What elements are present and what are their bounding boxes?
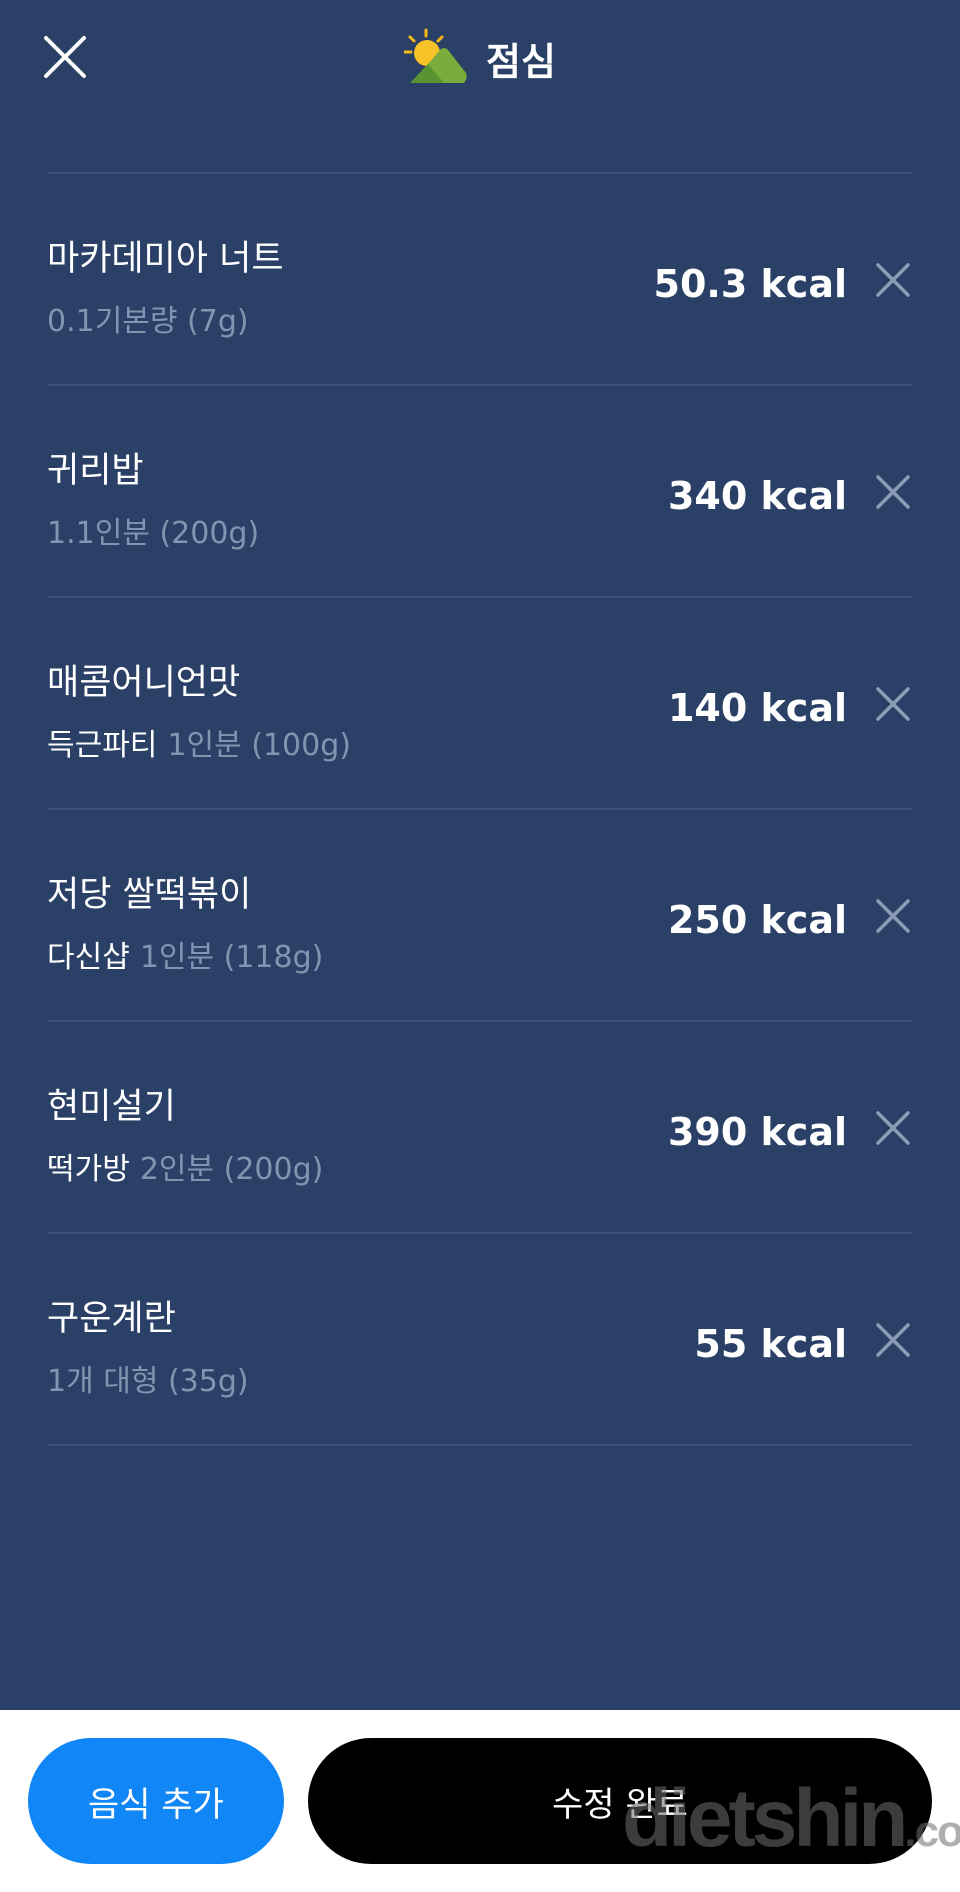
close-icon [876, 687, 910, 721]
food-serving: 1인분 (100g) [167, 728, 351, 763]
food-item-macadamia[interactable]: 마카데미아 너트 0.1기본량 (7g) 50.3 kcal [47, 174, 913, 386]
food-name: 구운계란 [47, 1299, 176, 1339]
food-name: 현미설기 [47, 1087, 176, 1127]
delete-food-button[interactable] [873, 260, 913, 300]
delete-food-button[interactable] [873, 896, 913, 936]
food-detail: 다신샵 1인분 (118g) [47, 932, 323, 976]
delete-food-button[interactable] [873, 1108, 913, 1148]
food-detail: 득근파티 1인분 (100g) [47, 720, 351, 764]
food-name: 매콤어니언맛 [47, 663, 241, 703]
food-list: 마카데미아 너트 0.1기본량 (7g) 50.3 kcal 귀리밥 1.1인분… [47, 172, 913, 1446]
food-serving: 1.1인분 (200g) [47, 516, 260, 551]
food-kcal: 340 kcal [667, 474, 847, 518]
food-kcal: 390 kcal [667, 1110, 847, 1154]
food-brand: 다신샵 [47, 940, 130, 975]
food-serving: 2인분 (200g) [139, 1152, 324, 1187]
close-icon [876, 475, 910, 509]
food-item-tteokbokki[interactable]: 저당 쌀떡볶이 다신샵 1인분 (118g) 250 kcal [47, 810, 913, 1022]
food-serving: 1인분 (118g) [139, 940, 324, 975]
food-name: 마카데미아 너트 [47, 239, 284, 279]
food-kcal: 140 kcal [667, 686, 847, 730]
delete-food-button[interactable] [873, 1320, 913, 1360]
close-icon [876, 899, 910, 933]
food-kcal: 250 kcal [667, 898, 847, 942]
sun-behind-hill-icon [404, 28, 467, 83]
food-serving: 1개 대형 (35g) [47, 1364, 249, 1399]
food-detail: 떡가방 2인분 (200g) [47, 1144, 323, 1188]
header: 점심 [0, 0, 960, 120]
food-detail: 1개 대형 (35g) [47, 1356, 249, 1400]
food-brand: 떡가방 [47, 1152, 130, 1187]
close-icon [876, 1323, 910, 1357]
footer-bar: 음식 추가 수정 완료 dietshin.com [0, 1710, 960, 1892]
food-name: 귀리밥 [47, 451, 144, 491]
food-item-brown-rice-cake[interactable]: 현미설기 떡가방 2인분 (200g) 390 kcal [47, 1022, 913, 1234]
food-detail: 1.1인분 (200g) [47, 508, 259, 552]
food-detail: 0.1기본량 (7g) [47, 296, 249, 340]
delete-food-button[interactable] [873, 684, 913, 724]
close-icon [876, 263, 910, 297]
add-food-button[interactable]: 음식 추가 [28, 1738, 284, 1864]
food-kcal: 55 kcal [694, 1322, 847, 1366]
food-brand: 득근파티 [47, 728, 158, 763]
delete-food-button[interactable] [873, 472, 913, 512]
meal-title: 점심 [486, 39, 556, 84]
food-name: 저당 쌀떡볶이 [47, 875, 252, 915]
food-item-spicy-onion[interactable]: 매콤어니언맛 득근파티 1인분 (100g) 140 kcal [47, 598, 913, 810]
food-item-boiled-egg[interactable]: 구운계란 1개 대형 (35g) 55 kcal [47, 1234, 913, 1446]
done-button[interactable]: 수정 완료 [308, 1738, 932, 1864]
close-icon [876, 1111, 910, 1145]
page-title: 점심 [0, 28, 960, 88]
food-item-oat-rice[interactable]: 귀리밥 1.1인분 (200g) 340 kcal [47, 386, 913, 598]
food-kcal: 50.3 kcal [653, 262, 847, 306]
food-serving: 0.1기본량 (7g) [47, 304, 249, 339]
